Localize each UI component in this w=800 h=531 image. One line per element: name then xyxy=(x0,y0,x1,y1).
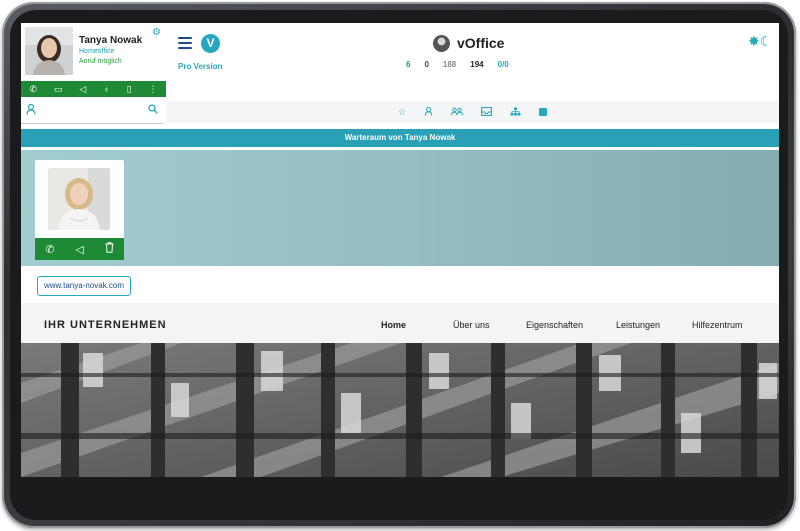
status-location: Homeoffice xyxy=(79,48,115,55)
megaphone-icon[interactable]: ◁ xyxy=(75,243,83,256)
day-night-icon[interactable]: ✸☾ xyxy=(748,33,772,50)
website-url-button[interactable]: www.tanya-novak.com xyxy=(37,276,132,296)
user-counts: 6 0 188 194 0/0 xyxy=(406,60,509,69)
user-icon[interactable] xyxy=(424,106,433,118)
phone-icon[interactable]: ✆ xyxy=(29,84,37,95)
user-name: Tanya Nowak xyxy=(79,35,143,46)
app-screen: Tanya Nowak Homeoffice Anruf möglich ⚙ ✆… xyxy=(21,23,779,477)
user-search[interactable] xyxy=(21,101,164,124)
user-icon xyxy=(26,103,36,118)
count-total[interactable]: 194 xyxy=(470,60,483,69)
nav-icon-bar: ☆ xyxy=(166,101,779,123)
door-icon[interactable]: ▯ xyxy=(127,84,132,95)
waiting-room-title: Warteraum von Tanya Nowak xyxy=(21,129,779,147)
app-logo[interactable]: V xyxy=(201,34,220,53)
app-brand: vOffice xyxy=(433,33,504,53)
gear-icon[interactable]: ⚙ xyxy=(152,27,161,38)
visitor-action-bar: ✆ ◁ xyxy=(35,238,124,260)
search-icon[interactable] xyxy=(148,104,158,117)
group-icon[interactable] xyxy=(450,107,464,118)
hero-image xyxy=(21,343,779,477)
nav-about[interactable]: Über uns xyxy=(453,320,490,330)
visitor-card[interactable]: ✆ ◁ xyxy=(35,160,124,260)
profile-card: Tanya Nowak Homeoffice Anruf möglich ⚙ ✆… xyxy=(21,23,166,124)
inbox-icon[interactable] xyxy=(481,106,492,118)
phone-icon[interactable]: ✆ xyxy=(45,243,54,256)
company-name: IHR UNTERNEHMEN xyxy=(44,319,167,331)
count-guests[interactable]: 0/0 xyxy=(498,60,509,69)
visitor-photo xyxy=(48,168,110,230)
menu-icon[interactable] xyxy=(178,37,192,49)
pro-version-label: Pro Version xyxy=(178,62,223,71)
nav-services[interactable]: Leistungen xyxy=(616,320,660,330)
nav-home[interactable]: Home xyxy=(381,320,406,330)
chat-icon[interactable]: ▭ xyxy=(54,84,63,95)
app-title: vOffice xyxy=(457,35,505,51)
count-busy[interactable]: 0 xyxy=(424,60,428,69)
count-offline[interactable]: 188 xyxy=(443,60,456,69)
count-online[interactable]: 6 xyxy=(406,60,410,69)
trash-icon[interactable] xyxy=(105,242,114,256)
note-icon[interactable] xyxy=(539,108,548,116)
more-icon[interactable]: ⋮ xyxy=(149,84,158,95)
waiting-room-area: ✆ ◁ xyxy=(21,150,779,266)
star-icon[interactable]: ☆ xyxy=(398,107,406,118)
org-avatar xyxy=(433,34,450,52)
megaphone-icon[interactable]: ◁ xyxy=(79,84,86,95)
nav-help[interactable]: Hilfezentrum xyxy=(692,320,743,330)
org-chart-icon[interactable] xyxy=(510,107,521,118)
status-call: Anruf möglich xyxy=(79,58,122,65)
user-avatar[interactable] xyxy=(25,27,73,75)
nav-features[interactable]: Eigenschaften xyxy=(526,320,583,330)
company-navbar: IHR UNTERNEHMEN Home Über uns Eigenschaf… xyxy=(21,303,779,343)
user-action-bar: ✆ ▭ ◁ ♁ ▯ ⋮ xyxy=(21,81,166,97)
video-icon[interactable]: ♁ xyxy=(103,84,110,94)
